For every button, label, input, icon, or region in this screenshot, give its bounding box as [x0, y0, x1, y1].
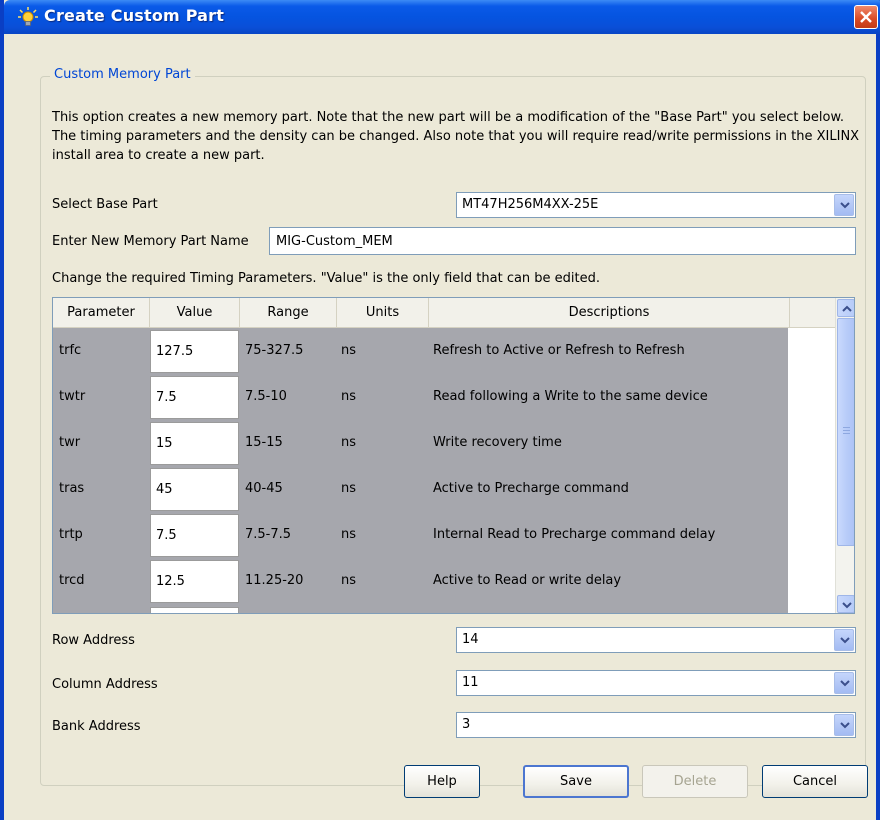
cell-units: ns	[341, 481, 357, 496]
cell-value: 15	[156, 436, 173, 451]
cell-range: 75-327.5	[245, 343, 304, 358]
col-header-units[interactable]: Units	[337, 298, 429, 328]
chevron-down-icon[interactable]	[834, 629, 854, 651]
cell-parameter: twr	[59, 435, 81, 450]
cell-parameter: trtp	[59, 527, 83, 542]
cell-description: Refresh to Active or Refresh to Refresh	[433, 343, 685, 358]
cell-value: 127.5	[156, 344, 194, 359]
table-row[interactable]: tras 45 40-45 ns Active to Precharge com…	[53, 466, 788, 512]
cell-units: ns	[341, 343, 357, 358]
cell-description: Read following a Write to the same devic…	[433, 389, 708, 404]
table-row[interactable]: trtp 7.5 7.5-7.5 ns Internal Read to Pre…	[53, 512, 788, 558]
window-title: Create Custom Part	[44, 6, 225, 25]
table-row[interactable]: twtr 7.5 7.5-10 ns Read following a Writ…	[53, 374, 788, 420]
close-button[interactable]	[854, 5, 878, 29]
table-vertical-scrollbar[interactable]	[835, 298, 854, 613]
cell-range: 7.5-7.5	[245, 527, 292, 542]
group-legend: Custom Memory Part	[50, 67, 195, 82]
table-body: trfc 127.5 75-327.5 ns Refresh to Active…	[53, 328, 788, 613]
row-address-label: Row Address	[52, 633, 135, 648]
column-address-label: Column Address	[52, 677, 158, 692]
cell-value: 7.5	[156, 528, 177, 543]
title-bar[interactable]: Create Custom Part	[4, 0, 880, 34]
cell-description: Active to Read or write delay	[433, 573, 622, 588]
value-field[interactable]: 15	[150, 422, 239, 465]
grip-line	[843, 430, 850, 431]
column-address-value: 11	[462, 675, 479, 690]
timing-table: Parameter Value Range Units Descriptions…	[52, 297, 855, 614]
table-row[interactable]: trcd 12.5 11.25-20 ns Active to Read or …	[53, 558, 788, 604]
save-button[interactable]: Save	[523, 765, 629, 798]
cell-description: Active to Precharge command	[433, 481, 629, 496]
lightbulb-icon	[18, 7, 38, 27]
cancel-button[interactable]: Cancel	[762, 765, 868, 798]
value-field[interactable]: 7.5	[150, 514, 239, 557]
cell-parameter: tras	[59, 481, 85, 496]
delete-button[interactable]: Delete	[642, 765, 748, 798]
column-address-select[interactable]: 11	[456, 670, 856, 696]
chevron-down-icon[interactable]	[834, 194, 854, 216]
row-address-value: 14	[462, 632, 479, 647]
cell-range: 7.5-10	[245, 389, 287, 404]
table-header: Parameter Value Range Units Descriptions	[53, 298, 835, 328]
cell-parameter: trcd	[59, 573, 85, 588]
value-field[interactable]: 45	[150, 468, 239, 511]
cell-value: 12.5	[156, 574, 185, 589]
create-custom-part-dialog: Create Custom Part Custom Memory Part Th…	[0, 0, 880, 820]
cell-description: Write recovery time	[433, 435, 562, 450]
help-button[interactable]: Help	[404, 765, 480, 798]
cell-units: ns	[341, 573, 357, 588]
scroll-up-button[interactable]	[837, 299, 854, 317]
col-header-parameter[interactable]: Parameter	[53, 298, 150, 328]
row-address-select[interactable]: 14	[456, 627, 856, 653]
cell-parameter: trfc	[59, 343, 82, 358]
table-row-partial	[53, 604, 788, 613]
base-part-select[interactable]: MT47H256M4XX-25E	[456, 192, 856, 218]
col-header-value[interactable]: Value	[150, 298, 240, 328]
value-field-partial	[150, 607, 239, 613]
cell-range: 40-45	[245, 481, 283, 496]
bank-address-label: Bank Address	[52, 719, 141, 734]
cell-parameter: twtr	[59, 389, 86, 404]
bank-address-select[interactable]: 3	[456, 712, 856, 738]
part-name-label: Enter New Memory Part Name	[52, 234, 249, 249]
cell-units: ns	[341, 435, 357, 450]
chevron-down-icon[interactable]	[834, 672, 854, 694]
table-filler	[788, 328, 835, 613]
value-field[interactable]: 7.5	[150, 376, 239, 419]
part-name-input[interactable]	[269, 227, 856, 255]
base-part-value: MT47H256M4XX-25E	[462, 197, 599, 212]
grip-line	[843, 427, 850, 428]
close-icon	[860, 11, 872, 23]
table-row[interactable]: twr 15 15-15 ns Write recovery time	[53, 420, 788, 466]
cell-value: 7.5	[156, 390, 177, 405]
description-text: This option creates a new memory part. N…	[52, 110, 860, 163]
cell-range: 15-15	[245, 435, 283, 450]
cell-description: Internal Read to Precharge command delay	[433, 527, 716, 542]
bank-address-value: 3	[462, 717, 471, 732]
chevron-down-icon[interactable]	[834, 714, 854, 736]
col-header-descriptions[interactable]: Descriptions	[429, 298, 790, 328]
cell-units: ns	[341, 527, 357, 542]
arrow-up-icon	[842, 305, 852, 312]
table-row[interactable]: trfc 127.5 75-327.5 ns Refresh to Active…	[53, 328, 788, 374]
arrow-down-icon	[842, 602, 852, 609]
cell-range: 11.25-20	[245, 573, 304, 588]
grip-line	[843, 433, 850, 434]
value-field[interactable]: 12.5	[150, 560, 239, 603]
timing-instruction: Change the required Timing Parameters. "…	[52, 271, 601, 286]
base-part-label: Select Base Part	[52, 197, 158, 212]
scroll-thumb[interactable]	[837, 318, 854, 546]
col-header-range[interactable]: Range	[240, 298, 337, 328]
cell-value: 45	[156, 482, 173, 497]
cell-units: ns	[341, 389, 357, 404]
value-field[interactable]: 127.5	[150, 330, 239, 373]
scroll-down-button[interactable]	[837, 595, 854, 613]
